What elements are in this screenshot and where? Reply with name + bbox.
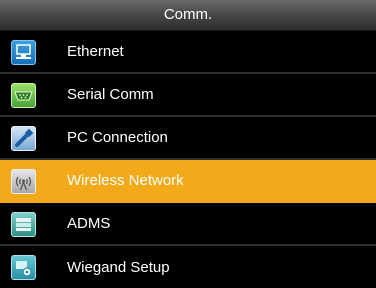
comm-menu: Ethernet Serial Comm PC Connection Wirel… (0, 31, 376, 288)
menu-item-pc-connection[interactable]: PC Connection (0, 117, 376, 160)
adms-server-icon (11, 212, 36, 237)
comm-screen: Comm. Ethernet Serial Comm PC Connection… (0, 0, 376, 288)
ethernet-icon (11, 40, 36, 65)
serial-port-icon (11, 83, 36, 108)
menu-item-ethernet[interactable]: Ethernet (0, 31, 376, 74)
menu-item-label: Serial Comm (67, 86, 154, 103)
wireless-antenna-icon (11, 169, 36, 194)
menu-item-label: Wiegand Setup (67, 259, 170, 276)
wiegand-gear-icon (11, 255, 36, 280)
menu-item-label: PC Connection (67, 129, 168, 146)
menu-item-label: Wireless Network (67, 172, 184, 189)
menu-item-adms[interactable]: ADMS (0, 203, 376, 246)
pc-connection-icon (11, 126, 36, 151)
menu-item-label: ADMS (67, 215, 111, 232)
menu-item-serial-comm[interactable]: Serial Comm (0, 74, 376, 117)
menu-item-wiegand-setup[interactable]: Wiegand Setup (0, 246, 376, 288)
menu-item-label: Ethernet (67, 43, 124, 60)
menu-item-wireless-network[interactable]: Wireless Network (0, 160, 376, 203)
page-title: Comm. (0, 0, 376, 31)
